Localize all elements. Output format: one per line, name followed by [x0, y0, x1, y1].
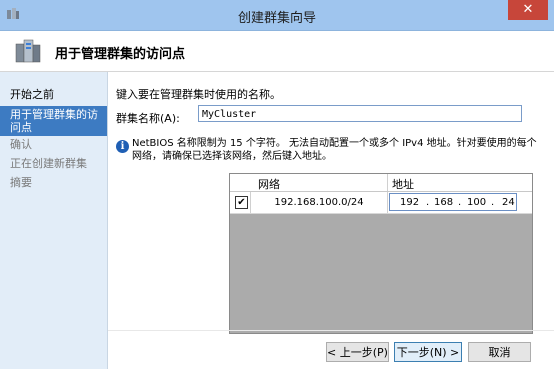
step-confirmation: 确认	[10, 138, 32, 151]
network-checkbox[interactable]: ✔	[235, 196, 248, 209]
previous-button[interactable]: < 上一步(P)	[326, 342, 389, 362]
ip-octet-2[interactable]: 168	[434, 194, 453, 212]
cluster-name-label: 群集名称(A):	[116, 112, 180, 125]
ip-address-input[interactable]: 192 . 168 . 100 . 24	[389, 193, 517, 211]
column-divider	[387, 174, 388, 191]
table-row: ✔ 192.168.100.0/24 192 . 168 . 100 . 24	[230, 192, 532, 214]
window-title: 创建群集向导	[237, 11, 316, 26]
next-button[interactable]: 下一步(N) >	[394, 342, 462, 362]
instruction-text: 键入要在管理群集时使用的名称。	[116, 88, 281, 101]
close-icon: ✕	[522, 2, 534, 17]
cancel-button[interactable]: 取消	[468, 342, 531, 362]
ip-octet-1[interactable]: 192	[400, 194, 419, 212]
network-address-grid: 网络 地址 ✔ 192.168.100.0/24 192 . 168 . 100…	[229, 173, 533, 334]
column-header-address: 地址	[392, 178, 414, 191]
network-cell: 192.168.100.0/24	[250, 192, 388, 213]
cluster-servers-icon	[15, 39, 41, 63]
step-access-point[interactable]: 用于管理群集的访问点	[0, 106, 107, 136]
step-creating-cluster: 正在创建新群集	[10, 157, 87, 170]
step-before-you-begin[interactable]: 开始之前	[10, 88, 54, 101]
wizard-header: 用于管理群集的访问点	[0, 31, 554, 72]
close-button[interactable]: ✕	[508, 0, 548, 20]
column-header-network: 网络	[258, 178, 280, 191]
button-separator	[108, 330, 554, 331]
wizard-steps-sidebar: 开始之前 用于管理群集的访问点 确认 正在创建新群集 摘要	[0, 72, 108, 369]
grid-header: 网络 地址	[230, 174, 532, 192]
info-icon: i	[116, 140, 129, 153]
ip-octet-4[interactable]: 24	[502, 194, 515, 212]
info-message: NetBIOS 名称限制为 15 个字符。 无法自动配置一个或多个 IPv4 地…	[132, 138, 537, 162]
ip-octet-3[interactable]: 100	[467, 194, 486, 212]
page-title: 用于管理群集的访问点	[55, 47, 186, 62]
main-panel: 键入要在管理群集时使用的名称。 群集名称(A): MyCluster i Net…	[108, 72, 554, 369]
step-summary: 摘要	[10, 176, 32, 189]
cluster-name-input[interactable]: MyCluster	[198, 105, 522, 122]
title-bar: 创建群集向导 ✕	[0, 0, 554, 31]
